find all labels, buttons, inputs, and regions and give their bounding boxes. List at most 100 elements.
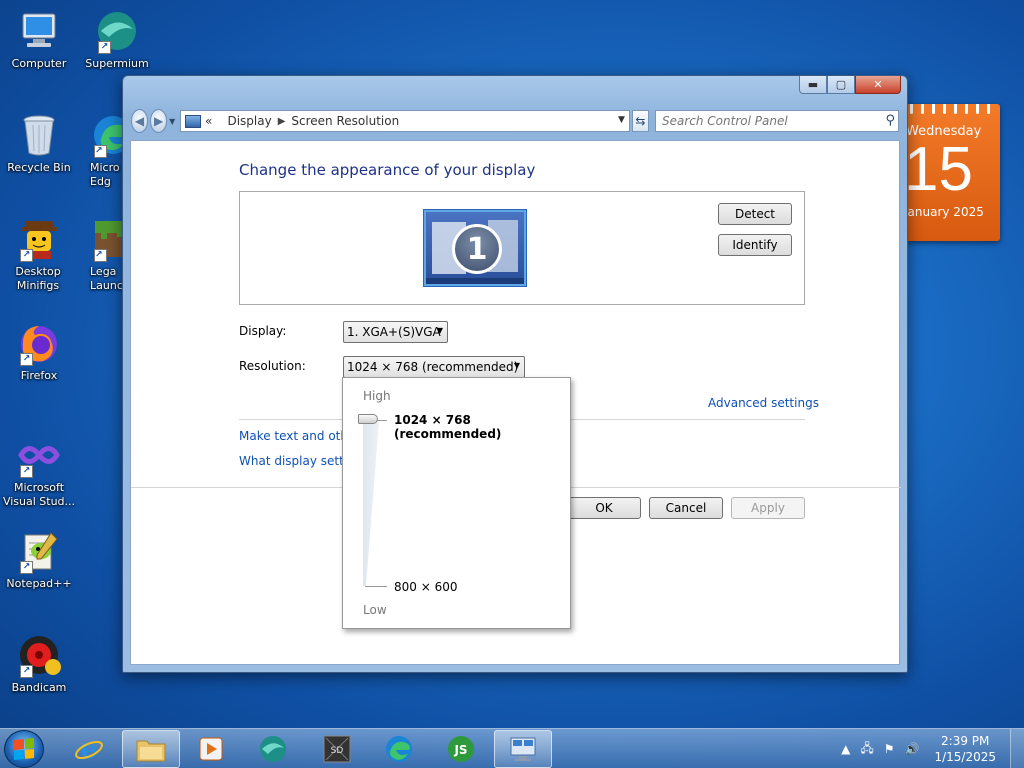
monitor-number: 1 <box>452 224 502 274</box>
internet-explorer-icon: e <box>75 735 103 764</box>
resolution-select[interactable]: 1024 × 768 (recommended) ▼ <box>343 356 525 378</box>
address-dropdown-icon[interactable]: ▼ <box>618 115 625 125</box>
network-icon[interactable]: 🖧 <box>860 739 873 760</box>
taskbar-control-panel[interactable] <box>494 730 552 768</box>
resolution-slider-thumb[interactable] <box>358 414 378 424</box>
edge-icon <box>386 736 412 762</box>
resolution-label: Resolution: <box>239 359 306 373</box>
svg-text:JS: JS <box>453 743 467 757</box>
action-center-flag-icon[interactable]: ⚑ <box>884 742 895 756</box>
back-arrow-icon: ◀ <box>134 114 145 128</box>
forward-button[interactable]: ▶ <box>150 109 168 133</box>
desktop-icon-legacy-launcher[interactable]: ↗ Lega Launc <box>78 216 124 293</box>
desktop-icon-supermium[interactable]: ↗ Supermium <box>78 8 156 71</box>
search-icon[interactable]: ⚲ <box>885 113 895 128</box>
control-panel-icon <box>184 114 201 128</box>
breadcrumb-display[interactable]: Display <box>227 114 271 128</box>
svg-text:SD: SD <box>331 746 344 756</box>
desktop-icon-label: Micro Edg <box>90 161 120 188</box>
desktop-icon-label: Supermium <box>85 57 149 70</box>
search-input[interactable] <box>655 114 866 128</box>
desktop-icon-firefox[interactable]: ↗ Firefox <box>0 320 78 383</box>
desktop-icon-label: Lega Launc <box>90 265 123 292</box>
taskbar-internet-explorer[interactable]: e <box>60 730 118 768</box>
close-button[interactable]: ✕ <box>855 76 901 94</box>
js-icon: JS <box>448 736 474 762</box>
taskbar-js[interactable]: JS <box>432 730 490 768</box>
display-label: Display: <box>239 324 287 338</box>
desktop-icon-label: Notepad++ <box>6 577 72 590</box>
clock[interactable]: 2:39 PM 1/15/2025 <box>934 733 996 765</box>
advanced-settings-link[interactable]: Advanced settings <box>708 396 819 410</box>
desktop-icon-edge[interactable]: ↗ Micro Edg <box>78 112 124 189</box>
identify-button[interactable]: Identify <box>718 234 792 256</box>
desktop-icon-notepad-plus-plus[interactable]: ↗ Notepad++ <box>0 528 78 591</box>
apply-button[interactable]: Apply <box>731 497 805 519</box>
chevron-down-icon: ▼ <box>436 326 443 335</box>
notepad-plus-plus-icon: ↗ <box>16 528 62 574</box>
desktop-icon-recycle-bin[interactable]: Recycle Bin <box>0 112 78 175</box>
desktop-icon-bandicam[interactable]: ↗ Bandicam <box>0 632 78 695</box>
calendar-gadget[interactable]: Wednesday 15 January 2025 <box>900 104 1000 241</box>
recent-pages-dropdown[interactable]: ▼ <box>169 117 176 126</box>
minecraft-block-icon: ↗ <box>90 216 124 262</box>
ok-button[interactable]: OK <box>567 497 641 519</box>
cancel-button[interactable]: Cancel <box>649 497 723 519</box>
monitor-1-tile[interactable]: 1 <box>424 210 526 286</box>
calendar-date: 15 <box>904 135 973 204</box>
calendar-rings <box>900 104 1000 118</box>
system-tray: ▲ 🖧 ⚑ 🔊 2:39 PM 1/15/2025 <box>836 729 1024 768</box>
computer-icon <box>16 8 62 54</box>
folder-icon <box>136 740 166 762</box>
forward-arrow-icon: ▶ <box>153 114 164 128</box>
bandicam-icon: ↗ <box>16 632 62 678</box>
display-select-value: 1. XGA+(S)VGA <box>347 325 441 339</box>
volume-icon[interactable]: 🔊 <box>905 742 920 756</box>
desktop-icon-label: Recycle Bin <box>7 161 71 174</box>
desktop-icon-visual-studio[interactable]: ↗ Microsoft Visual Stud... <box>0 432 78 509</box>
separator-icon <box>218 116 221 127</box>
taskbar-supermium[interactable] <box>244 730 302 768</box>
close-icon: ✕ <box>873 78 883 91</box>
desktop-icon-computer[interactable]: Computer <box>0 8 78 71</box>
minimize-button[interactable]: ▬ <box>799 76 827 94</box>
winsd-icon: SD <box>323 735 351 763</box>
resolution-option-min[interactable]: 800 × 600 <box>394 580 458 594</box>
desktop-icon-label: Desktop Minifigs <box>15 265 61 292</box>
search-box[interactable]: ⚲ <box>654 110 899 132</box>
slider-high-label: High <box>363 389 391 403</box>
address-bar[interactable]: « Display ▶ Screen Resolution ▼ <box>179 110 630 132</box>
resolution-option-max[interactable]: 1024 × 768 (recommended) <box>394 413 570 441</box>
desktop-icon-desktop-minifigs[interactable]: ↗ Desktop Minifigs <box>0 216 78 293</box>
resolution-slider-track[interactable] <box>363 422 379 586</box>
monitor-preview-taskbar <box>426 278 524 284</box>
display-select[interactable]: 1. XGA+(S)VGA ▼ <box>343 321 448 343</box>
chevron-right-icon[interactable]: ▶ <box>278 116 286 127</box>
taskbar-edge[interactable] <box>370 730 428 768</box>
navigation-bar: ◀ ▶ ▼ « Display ▶ Screen Resolution ▼ ⇆ … <box>131 108 899 134</box>
page-title: Change the appearance of your display <box>239 161 536 179</box>
show-desktop-button[interactable] <box>1010 729 1024 768</box>
minifig-icon: ↗ <box>16 216 62 262</box>
refresh-button[interactable]: ⇆ <box>631 110 649 132</box>
taskbar-file-explorer[interactable] <box>122 730 180 768</box>
taskbar-media-player[interactable] <box>182 730 240 768</box>
back-button[interactable]: ◀ <box>131 109 149 133</box>
taskbar: e SD JS ▲ 🖧 ⚑ 🔊 2:39 PM 1/15/2025 <box>0 728 1024 768</box>
desktop-icon-label: Bandicam <box>11 681 67 694</box>
minimize-icon: ▬ <box>807 78 819 91</box>
taskbar-winsd[interactable]: SD <box>308 730 366 768</box>
start-button[interactable] <box>4 730 44 768</box>
resolution-select-value: 1024 × 768 (recommended) <box>347 360 519 374</box>
clock-date: 1/15/2025 <box>934 750 996 764</box>
maximize-button[interactable]: ▢ <box>827 76 855 94</box>
caption-buttons: ▬ ▢ ✕ <box>799 76 901 94</box>
visual-studio-icon: ↗ <box>16 432 62 478</box>
clock-time: 2:39 PM <box>941 734 990 748</box>
supermium-icon <box>260 736 286 762</box>
address-overflow[interactable]: « <box>205 114 212 128</box>
detect-button[interactable]: Detect <box>718 203 792 225</box>
breadcrumb-screen-resolution[interactable]: Screen Resolution <box>291 114 399 128</box>
show-hidden-icons-icon[interactable]: ▲ <box>841 742 850 756</box>
edge-icon: ↗ <box>90 112 124 158</box>
